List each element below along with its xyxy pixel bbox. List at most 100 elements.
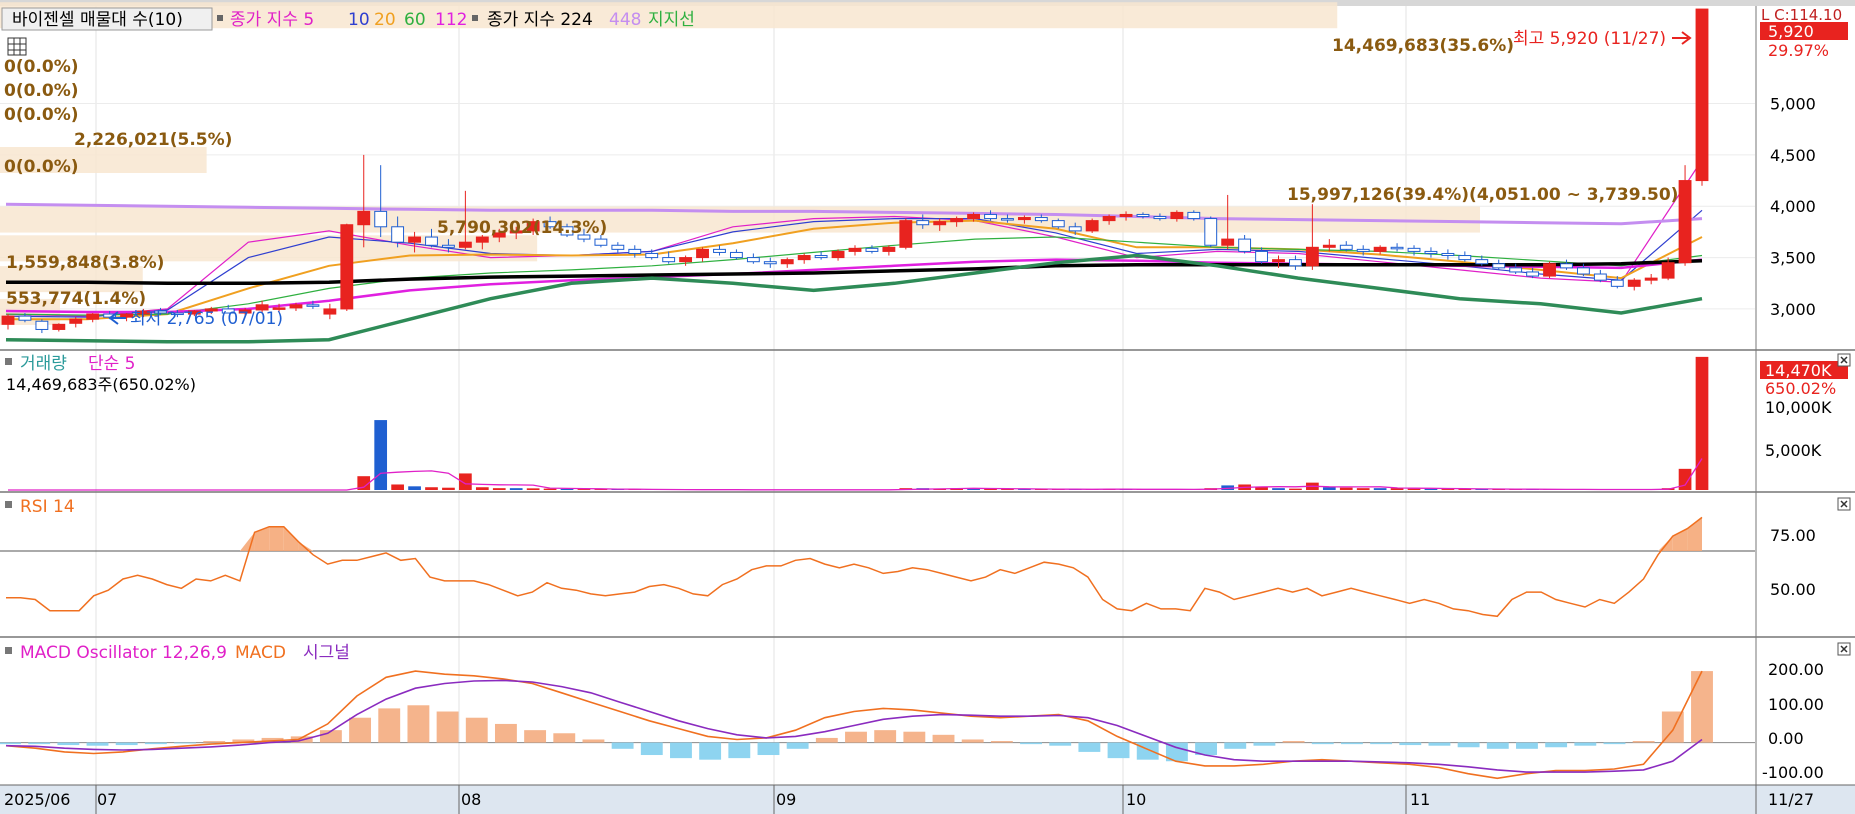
price-tick-2: 4,000 xyxy=(1770,197,1816,216)
close-icon[interactable] xyxy=(1837,642,1851,656)
macd-osc-bar xyxy=(786,742,809,749)
close-icon[interactable] xyxy=(1837,497,1851,511)
macd-osc-bar xyxy=(1311,742,1334,745)
price-tick-4: 3,000 xyxy=(1770,300,1816,319)
candle-body xyxy=(950,218,964,223)
macd-osc-bar xyxy=(553,733,576,743)
support-label: 지지선 xyxy=(648,10,695,30)
candle-body xyxy=(984,213,997,220)
macd-osc-bar xyxy=(874,730,897,743)
stock-chart: 바이젠셀 매물대 수(10) 종가 지수 5 10 20 60 112 종가 지… xyxy=(0,0,1855,814)
macd-osc-label: MACD Oscillator 12,26,9 xyxy=(20,643,227,663)
candle-body xyxy=(425,236,438,246)
candle-body xyxy=(797,255,811,261)
close-icon[interactable] xyxy=(1837,353,1851,367)
price-tick-3: 3,500 xyxy=(1770,249,1816,268)
ma20-label: 20 xyxy=(374,10,396,30)
candle-body xyxy=(1119,213,1133,218)
volume-bar xyxy=(374,420,388,490)
candle-body xyxy=(1543,263,1556,277)
volume-bar xyxy=(475,487,489,490)
macd-osc-bar xyxy=(845,731,867,743)
panel-marker-icon xyxy=(5,501,12,508)
volume-bar xyxy=(509,488,523,490)
candle-body xyxy=(814,255,828,259)
price-legend-label[interactable]: 바이젠셀 매물대 수(10) xyxy=(12,10,183,30)
table-icon[interactable] xyxy=(7,37,27,56)
candle-body xyxy=(289,304,303,309)
ma112-label: 112 xyxy=(435,10,467,30)
macd-osc-bar xyxy=(1486,742,1509,749)
candle-body xyxy=(1509,267,1523,273)
x-label-4: 10 xyxy=(1126,790,1146,809)
profile-label-5: 0(0.0%) xyxy=(4,157,79,177)
macd-osc-bar xyxy=(932,734,955,743)
candle-body xyxy=(713,248,726,253)
ma-prefix-label: 종가 지수 5 xyxy=(230,10,314,30)
candle-body xyxy=(679,257,693,263)
candle-body xyxy=(1170,211,1184,220)
candle-body xyxy=(1492,263,1506,269)
macd-osc-bar xyxy=(86,742,109,746)
macd-osc-bar xyxy=(611,742,634,749)
candle-body xyxy=(442,244,455,248)
macd-osc-bar xyxy=(1399,742,1422,746)
profile-label-0: 14,469,683(35.6%) xyxy=(1332,36,1514,56)
candle-body xyxy=(628,248,642,254)
macd-osc-bar xyxy=(1224,742,1247,749)
macd-osc-bar xyxy=(990,741,1013,743)
candle-body xyxy=(594,238,608,246)
candle-body xyxy=(1,315,15,325)
macd-osc-bar xyxy=(349,717,372,743)
candle-body xyxy=(780,259,794,265)
macd-osc-bar xyxy=(144,742,167,745)
candle-body xyxy=(1458,255,1472,261)
x-label-5: 11 xyxy=(1410,790,1430,809)
volume-bar xyxy=(1339,487,1353,490)
candle-body xyxy=(1441,252,1455,257)
candle-body xyxy=(1102,216,1116,222)
volume-tick-0: 10,000K xyxy=(1765,398,1832,417)
high-annotation: 최고 5,920 (11/27) xyxy=(1513,29,1666,49)
macd-osc-bar xyxy=(57,742,80,746)
panel-marker-icon xyxy=(5,647,12,654)
candle-body xyxy=(306,304,320,307)
candle-body xyxy=(696,248,709,259)
candle-body xyxy=(831,250,845,259)
macd-osc-bar xyxy=(1457,742,1480,748)
candle-body xyxy=(1136,213,1150,218)
macd-osc-bar xyxy=(1516,742,1538,749)
candle-body xyxy=(662,257,676,263)
ma448-label: 448 xyxy=(609,10,641,30)
macd-osc-bar xyxy=(524,730,547,743)
profile-label-4: 2,226,021(5.5%) xyxy=(74,130,232,150)
macd-osc-bar xyxy=(494,723,517,743)
rsi-overbought-fill xyxy=(269,526,284,551)
macd-osc-bar xyxy=(1282,741,1305,743)
macd-tick-1: 100.00 xyxy=(1768,695,1824,714)
macd-osc-bar xyxy=(961,739,984,743)
candle-body xyxy=(1001,218,1014,221)
macd-osc-bar xyxy=(1603,742,1626,745)
candle-body xyxy=(1034,217,1048,222)
candle-body xyxy=(645,252,659,259)
candle-body xyxy=(1187,211,1201,220)
macd-osc-bar xyxy=(670,742,692,759)
macd-osc-bar xyxy=(0,742,21,745)
candle-body xyxy=(848,247,862,252)
macd-osc-bar xyxy=(1428,742,1451,746)
candle-body xyxy=(1051,220,1065,228)
candle-body xyxy=(52,323,66,330)
macd-osc-bar xyxy=(1107,742,1130,759)
candle-body xyxy=(1305,246,1319,267)
macd-osc-bar xyxy=(1253,742,1276,746)
profile-label-1: 0(0.0%) xyxy=(4,57,79,77)
volume-bar xyxy=(1441,489,1455,490)
candle-body xyxy=(1644,277,1658,281)
macd-osc-bar xyxy=(1370,742,1393,745)
candle-body xyxy=(1576,267,1590,275)
macd-osc-bar xyxy=(1078,742,1101,752)
candle-body xyxy=(1424,250,1438,254)
ma60-label: 60 xyxy=(404,10,426,30)
candle-body xyxy=(323,308,337,315)
